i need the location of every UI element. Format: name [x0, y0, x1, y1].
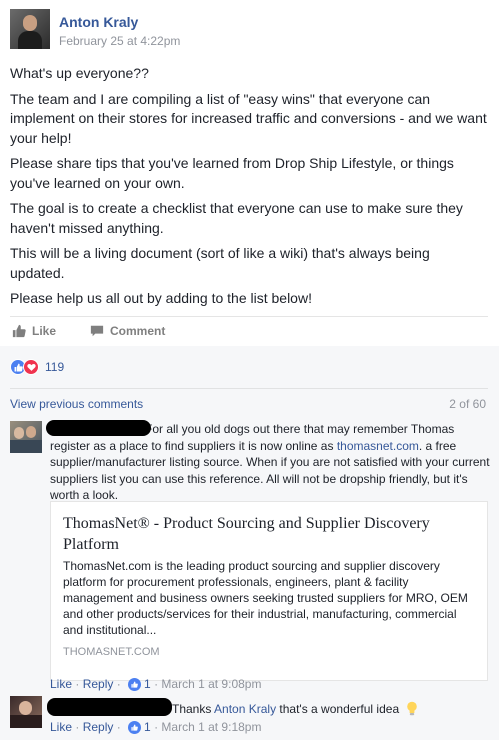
reactions-divider	[10, 388, 488, 389]
post-paragraph: The team and I are compiling a list of "…	[10, 90, 487, 146]
like-label: Like	[32, 324, 57, 338]
comment-bubble-icon	[90, 325, 104, 337]
post-body: What's up everyone?? The team and I are …	[10, 64, 488, 315]
link-card-description: ThomasNet.com is the leading product sou…	[63, 559, 468, 637]
like-button[interactable]: Like	[12, 324, 56, 338]
commenter-avatar[interactable]	[10, 696, 42, 728]
avatar-body-shape	[10, 715, 42, 728]
link-card-title[interactable]: ThomasNet® - Product Sourcing and Suppli…	[63, 514, 463, 555]
comment-text-before-mention: Thanks	[172, 702, 215, 716]
meta-separator: ·	[150, 677, 162, 691]
comment-meta: Like · Reply · 1 · March 1 at 9:18pm	[50, 720, 261, 734]
comment-timestamp[interactable]: March 1 at 9:08pm	[161, 677, 261, 691]
reactions-summary[interactable]: 119	[10, 359, 64, 375]
link-card-domain: THOMASNET.COM	[63, 646, 160, 658]
avatar-head-shape	[23, 15, 37, 31]
comment-pager: 2 of 60	[449, 397, 486, 411]
post-paragraph: This will be a living document (sort of …	[10, 245, 430, 281]
avatar-face-shape	[26, 426, 36, 438]
comment-text-after-mention: that's a wonderful idea	[276, 702, 400, 716]
love-reaction-icon	[23, 359, 39, 375]
avatar-body-shape	[18, 31, 42, 49]
like-reaction-icon	[128, 677, 142, 691]
post-paragraph: Please help us all out by adding to the …	[10, 290, 312, 306]
reaction-count[interactable]: 119	[45, 360, 64, 374]
comment-link[interactable]: thomasnet.com	[337, 439, 419, 453]
comment-text: Thanks Anton Kraly that's a wonderful id…	[172, 701, 418, 716]
comment-mention[interactable]: Anton Kraly	[214, 702, 276, 716]
post-timestamp[interactable]: February 25 at 4:22pm	[59, 34, 180, 48]
comment-meta: Like · Reply · 1 · March 1 at 9:08pm	[50, 677, 261, 691]
avatar-face-shape	[14, 427, 24, 439]
post-divider	[10, 316, 488, 317]
meta-separator: ·	[150, 720, 162, 734]
comment-like-link[interactable]: Like	[50, 677, 72, 691]
post-paragraph: What's up everyone??	[10, 65, 149, 81]
comment-like-count[interactable]: 1	[144, 720, 151, 734]
meta-separator: ·	[72, 720, 83, 734]
post-author-name[interactable]: Anton Kraly	[59, 14, 138, 30]
meta-separator: ·	[113, 720, 125, 734]
lightbulb-emoji-icon	[407, 701, 418, 716]
comment-label: Comment	[110, 324, 166, 338]
post-header: Anton Kraly February 25 at 4:22pm	[10, 9, 490, 53]
meta-separator: ·	[113, 677, 125, 691]
avatar-body-shape	[10, 440, 42, 453]
post-paragraph: Please share tips that you've learned fr…	[10, 155, 454, 191]
comment-timestamp[interactable]: March 1 at 9:18pm	[161, 720, 261, 734]
comment-like-link[interactable]: Like	[50, 720, 72, 734]
comments-section: 119 View previous comments 2 of 60 For a…	[0, 346, 499, 740]
thumbs-up-icon	[12, 324, 26, 338]
post-paragraph: The goal is to create a checklist that e…	[10, 200, 463, 236]
comment-button[interactable]: Comment	[90, 324, 165, 338]
link-preview-card[interactable]: ThomasNet® - Product Sourcing and Suppli…	[50, 501, 488, 681]
comment-reply-link[interactable]: Reply	[83, 677, 114, 691]
comment-reply-link[interactable]: Reply	[83, 720, 114, 734]
avatar-face-shape	[19, 701, 32, 715]
commenter-avatar[interactable]	[10, 421, 42, 453]
post-actions: Like Comment	[10, 322, 488, 344]
view-previous-comments-link[interactable]: View previous comments	[10, 397, 143, 411]
meta-separator: ·	[72, 677, 83, 691]
comment-like-count[interactable]: 1	[144, 677, 151, 691]
redacted-commenter-name	[46, 420, 151, 436]
like-reaction-icon	[128, 720, 142, 734]
author-avatar[interactable]	[10, 9, 50, 49]
redacted-commenter-name	[47, 698, 172, 716]
